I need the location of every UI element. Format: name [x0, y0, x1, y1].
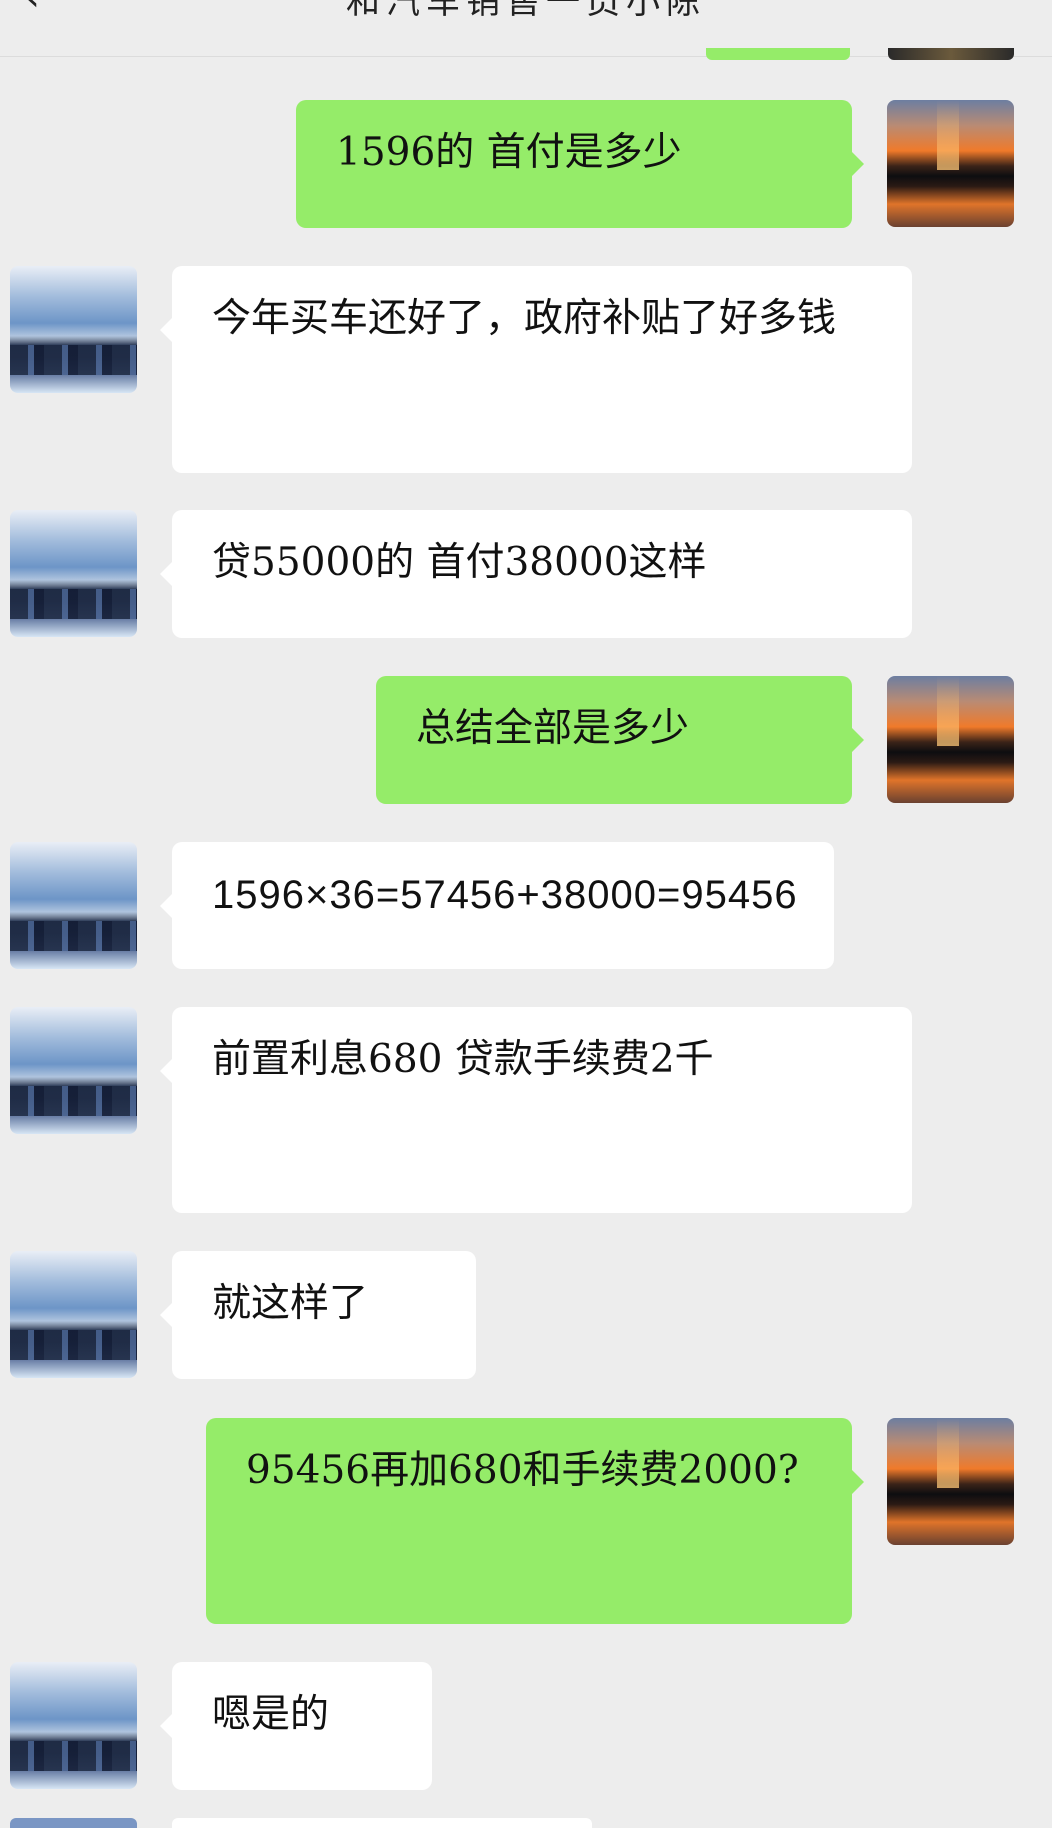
- message-text: 前置利息680 贷款手续费2千: [212, 1037, 714, 1082]
- message-text: 今年买车还好了，政府补贴了好多钱: [212, 296, 837, 341]
- next-message-bubble: [172, 1818, 592, 1828]
- message-bubble-received[interactable]: 前置利息680 贷款手续费2千: [160, 1007, 912, 1213]
- my-avatar[interactable]: [887, 1418, 1014, 1545]
- message-bubble-received[interactable]: 今年买车还好了，政府补贴了好多钱: [160, 266, 912, 473]
- message-bubble-received[interactable]: 贷55000的 首付38000这样: [160, 510, 912, 638]
- contact-avatar[interactable]: [10, 266, 137, 393]
- message-text: 贷55000的 首付38000这样: [212, 540, 707, 585]
- message-bubble-sent[interactable]: 95456再加680和手续费2000?: [206, 1418, 864, 1624]
- my-avatar[interactable]: [887, 676, 1014, 803]
- message-text: 1596×36=57456+38000=95456: [212, 873, 798, 917]
- contact-avatar[interactable]: [10, 842, 137, 969]
- message-text: 就这样了: [212, 1281, 369, 1326]
- message-text: 嗯是的: [212, 1692, 330, 1737]
- message-bubble-received[interactable]: 嗯是的: [160, 1662, 432, 1790]
- contact-avatar[interactable]: [10, 1662, 137, 1789]
- message-text: 1596的 首付是多少: [336, 130, 682, 175]
- next-contact-avatar: [10, 1818, 137, 1828]
- my-avatar[interactable]: [887, 100, 1014, 227]
- message-text: 95456再加680和手续费2000?: [246, 1448, 799, 1493]
- message-bubble-sent[interactable]: 总结全部是多少: [376, 676, 864, 804]
- message-bubble-received[interactable]: 就这样了: [160, 1251, 476, 1379]
- contact-avatar[interactable]: [10, 1251, 137, 1378]
- chat-title: 和汽车销售一员小陈: [346, 0, 706, 22]
- message-text: 总结全部是多少: [416, 706, 690, 751]
- contact-avatar[interactable]: [10, 510, 137, 637]
- message-bubble-sent[interactable]: 1596的 首付是多少: [296, 100, 864, 228]
- previous-sent-bubble: [706, 48, 850, 60]
- contact-avatar[interactable]: [10, 1007, 137, 1134]
- message-bubble-received[interactable]: 1596×36=57456+38000=95456: [160, 842, 834, 969]
- previous-avatar: [888, 48, 1014, 60]
